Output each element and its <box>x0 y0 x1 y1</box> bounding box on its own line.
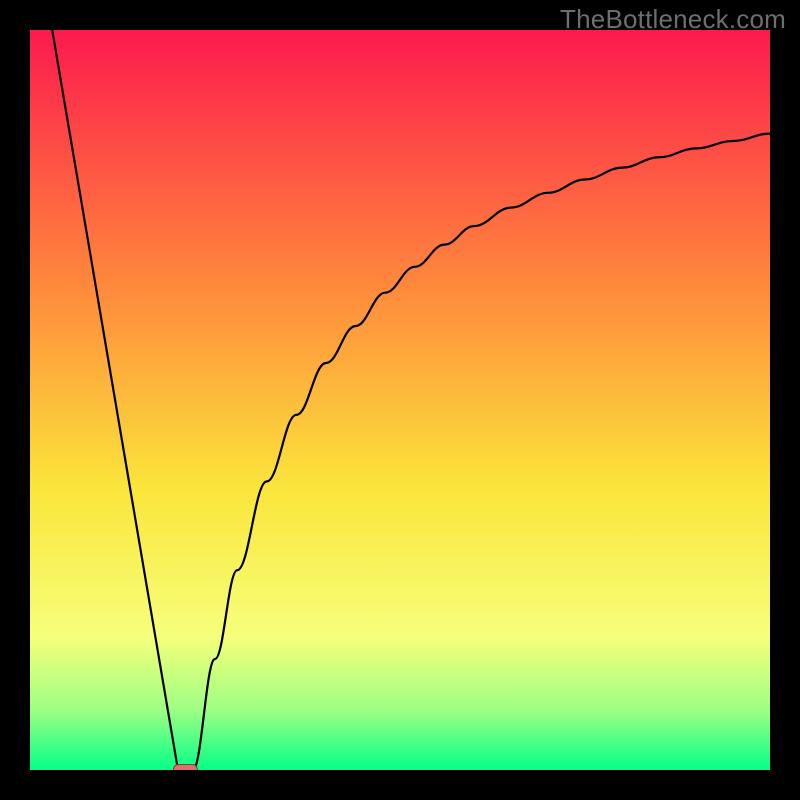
optimum-marker <box>173 765 197 771</box>
chart-svg <box>30 30 770 770</box>
chart-frame: TheBottleneck.com <box>0 0 800 800</box>
plot-area <box>30 30 770 770</box>
gradient-background <box>30 30 770 770</box>
